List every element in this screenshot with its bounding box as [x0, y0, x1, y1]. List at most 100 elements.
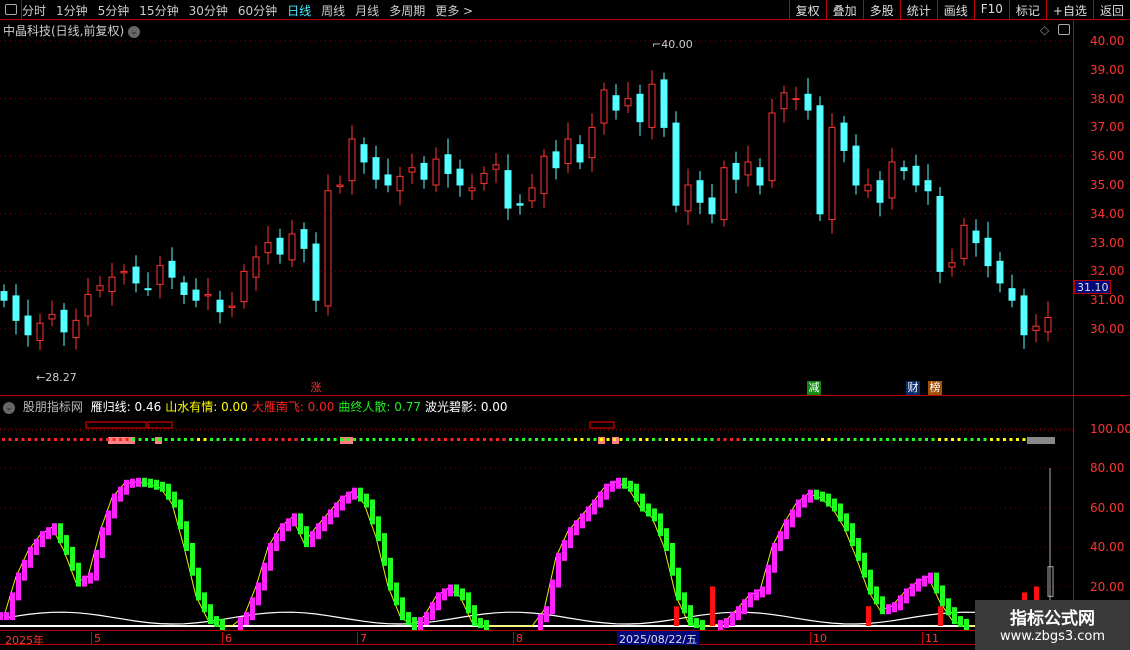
candle	[276, 237, 284, 255]
signal-dot	[294, 438, 298, 441]
signal-dot	[145, 438, 148, 441]
oscillator-bar	[808, 489, 813, 503]
oscillator-bar	[748, 592, 753, 608]
signal-dot	[769, 438, 772, 441]
candle	[648, 83, 656, 128]
oscillator-bar	[616, 477, 621, 489]
oscillator-bar	[898, 595, 903, 611]
signal-dot	[879, 438, 883, 441]
signal-dot	[372, 438, 376, 441]
candle	[900, 167, 908, 172]
oscillator-bar	[916, 578, 921, 592]
oscillator-bar	[940, 585, 945, 607]
low-annotation: ←28.27	[36, 371, 77, 384]
signal-dot	[710, 438, 714, 441]
oscillator-bar	[256, 582, 261, 606]
signal-dot	[1003, 438, 1006, 441]
indicator-name[interactable]: 股朋指标网	[23, 400, 83, 414]
signal-dot	[866, 438, 870, 441]
candle	[576, 144, 584, 163]
cursor-date: 2025/08/22/五	[617, 631, 700, 646]
red-bar	[710, 586, 715, 626]
signal-dot	[106, 438, 109, 441]
signal-dot	[177, 438, 181, 441]
oscillator-bar	[814, 489, 819, 500]
oscillator-bar	[46, 527, 51, 540]
oscillator-bar	[664, 528, 669, 551]
oscillator-bar	[358, 487, 363, 502]
oscillator-bar	[568, 527, 573, 549]
oscillator-bar	[34, 539, 39, 555]
candle	[432, 158, 440, 186]
oscillator-bar	[472, 605, 477, 627]
signal-dot	[606, 438, 610, 441]
signal-dot	[951, 438, 954, 441]
red-bar	[938, 606, 943, 626]
signal-dot	[762, 438, 766, 441]
signal-dot	[450, 438, 454, 441]
oscillator-bar	[22, 559, 27, 581]
candle	[696, 180, 704, 203]
candle	[732, 162, 740, 180]
signal-dot	[73, 438, 77, 441]
signal-dot	[587, 438, 590, 441]
signal-dot	[600, 438, 603, 441]
marker-jian[interactable]: 减	[807, 381, 821, 395]
candle	[48, 314, 56, 320]
oscillator-bar	[154, 479, 159, 490]
candle	[108, 276, 116, 293]
marker-cai[interactable]: 财	[906, 381, 920, 395]
signal-dot	[990, 438, 993, 441]
candle	[540, 155, 548, 195]
oscillator-bar	[880, 596, 885, 615]
price-tick: 31.00	[1090, 293, 1125, 308]
candle	[120, 270, 128, 274]
oscillator-bar	[700, 620, 705, 630]
candle	[504, 170, 512, 209]
signal-dot	[756, 438, 759, 441]
signal-dot	[353, 438, 356, 441]
indicator-tick: 60.00	[1090, 500, 1125, 515]
signal-dot	[405, 438, 408, 441]
marker-bang[interactable]: 榜	[928, 381, 942, 395]
candle	[24, 315, 32, 336]
signal-dot	[476, 438, 480, 441]
oscillator-bar	[346, 491, 351, 504]
candle	[672, 122, 680, 206]
chart-canvas[interactable]	[0, 0, 1073, 650]
signal-dot	[509, 438, 512, 441]
oscillator-bar	[382, 533, 387, 566]
signal-dot	[171, 438, 174, 441]
candle	[600, 89, 608, 124]
signal-dot	[236, 438, 239, 441]
oscillator-bar	[334, 502, 339, 518]
oscillator-bar	[856, 538, 861, 561]
oscillator-bar	[4, 612, 9, 621]
signal-dot	[873, 438, 876, 441]
candle	[300, 229, 308, 249]
oscillator-bar	[742, 599, 747, 615]
oscillator-bar	[0, 612, 3, 621]
signal-dot	[548, 438, 551, 441]
signal-dot	[366, 438, 369, 441]
marker-zhang[interactable]: 涨	[309, 381, 323, 395]
oscillator-bar	[964, 619, 969, 630]
signal-dot	[743, 438, 746, 441]
signal-dot	[788, 438, 792, 441]
high-annotation: ⌐40.00	[652, 38, 693, 51]
action-button[interactable]: 返回	[1092, 0, 1130, 20]
oscillator-bar	[820, 491, 825, 502]
oscillator-bar	[70, 546, 75, 571]
oscillator-bar	[436, 592, 441, 611]
signal-dot	[522, 438, 525, 441]
oscillator-bar	[652, 508, 657, 522]
oscillator-bar	[592, 499, 597, 515]
oscillator-bar	[958, 616, 963, 628]
chevron-down-icon[interactable]: ⌄	[3, 401, 15, 414]
candle	[312, 243, 320, 301]
oscillator-bar	[730, 612, 735, 627]
oscillator-bar	[838, 503, 843, 522]
signal-dot	[853, 438, 857, 441]
candle	[144, 288, 152, 291]
oscillator-bar	[412, 617, 417, 630]
